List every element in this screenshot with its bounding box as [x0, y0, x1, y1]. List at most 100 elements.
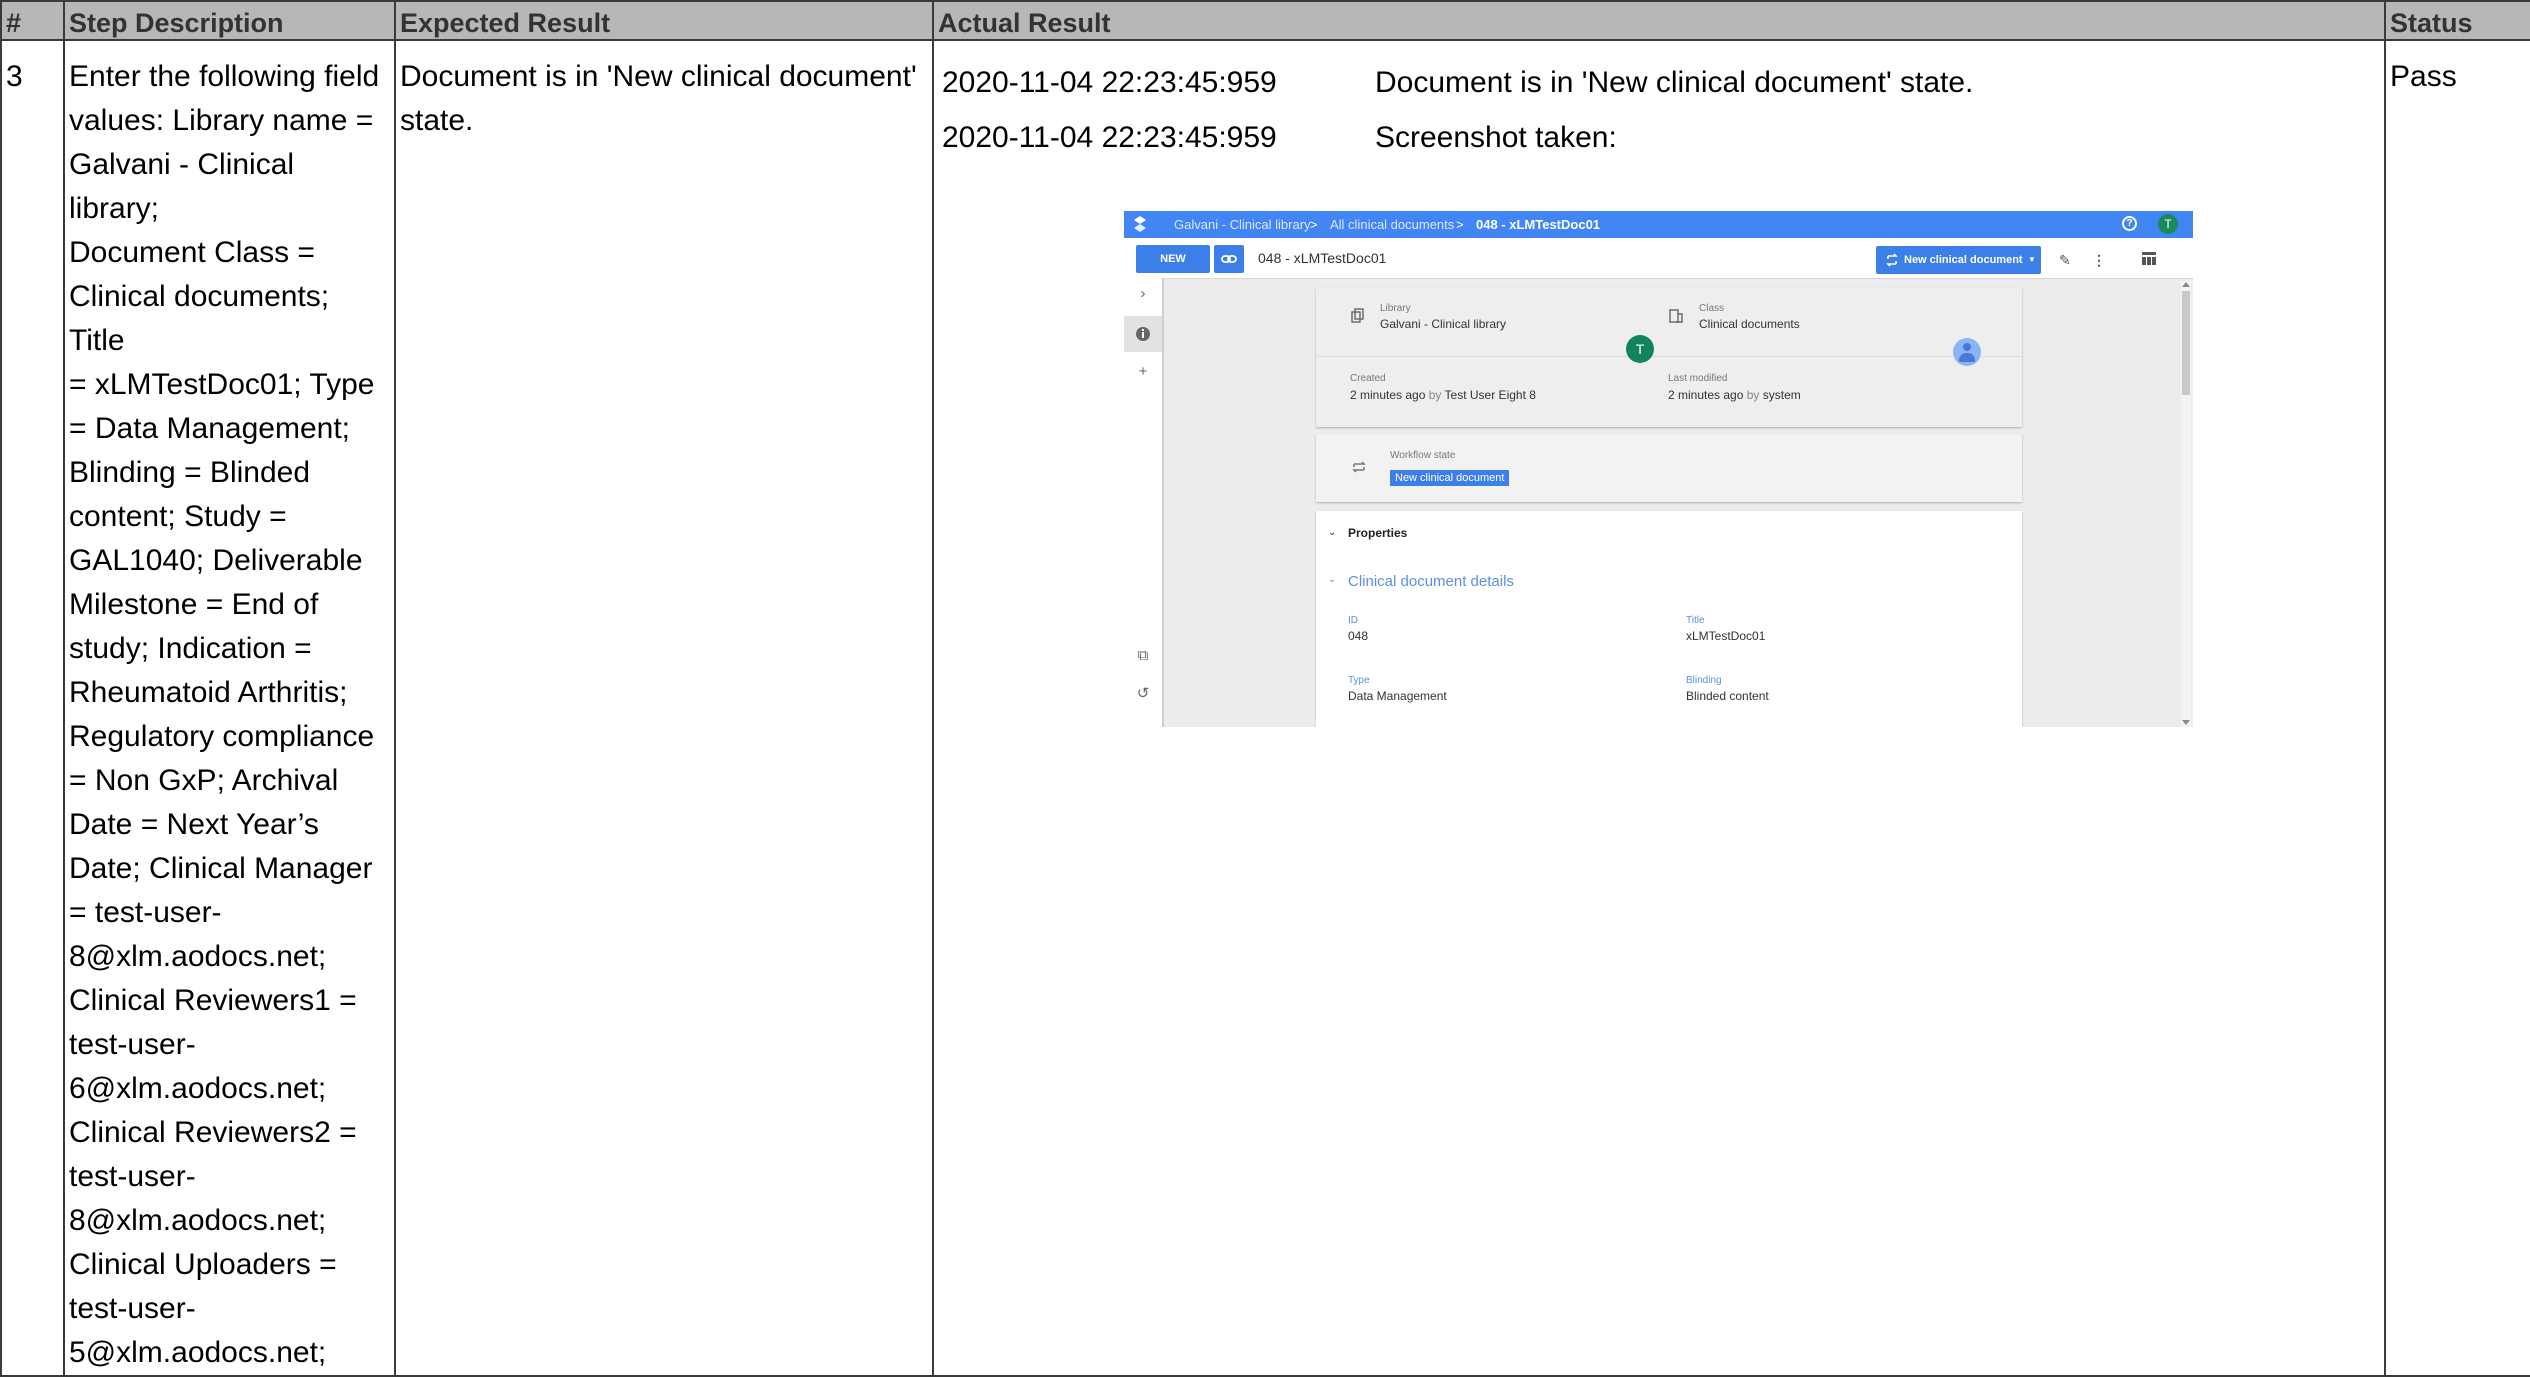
status-badge: New clinical document	[1390, 470, 1510, 486]
chevron-down-icon: ▼	[2028, 255, 2036, 264]
step-line: = test-user-	[69, 896, 222, 929]
step-line: test-user-	[69, 1160, 196, 1193]
col-header-number: #	[0, 0, 65, 41]
breadcrumb-library[interactable]: Galvani - Clinical library	[1174, 217, 1311, 232]
title-value: xLMTestDoc01	[1686, 629, 1766, 643]
modified-by: system	[1762, 388, 1801, 402]
step-number: 3	[6, 60, 23, 93]
id-value: 048	[1348, 629, 1369, 643]
modified-by-word: by	[1746, 388, 1760, 402]
created-ago: 2 minutes ago	[1350, 388, 1426, 402]
log-timestamp: 2020-11-04 22:23:45:959	[942, 121, 1277, 154]
details-heading[interactable]: Clinical document details	[1348, 573, 1514, 590]
history-icon[interactable]: ↺	[1133, 684, 1153, 704]
chevron-down-icon[interactable]: ⌄	[1328, 574, 1336, 585]
document-summary-card: Library Galvani - Clinical library Class…	[1316, 288, 2022, 427]
scroll-up-icon[interactable]	[2182, 282, 2190, 287]
help-icon[interactable]: ?	[2122, 216, 2137, 231]
step-line: 5@xlm.aodocs.net;	[69, 1336, 327, 1369]
scrollbar[interactable]	[2181, 281, 2191, 727]
step-line: test-user-	[69, 1292, 196, 1325]
step-description: Enter the following field values: Librar…	[65, 41, 394, 1375]
workflow-state-label: New clinical document	[1904, 254, 2023, 266]
step-line: Clinical Reviewers1 =	[69, 984, 357, 1017]
log-message: Document is in 'New clinical document' s…	[1375, 66, 1974, 99]
created-info: 2 minutes ago by Test User Eight 8	[1350, 388, 1536, 402]
library-label: Library	[1380, 303, 1411, 314]
created-label: Created	[1350, 373, 1386, 384]
title-label: Title	[1686, 615, 1705, 626]
new-button[interactable]: NEW	[1136, 245, 1210, 273]
chevron-right-icon[interactable]: ›	[1133, 284, 1153, 304]
header-row: # Step Description Expected Result Actua…	[0, 0, 2530, 41]
avatar[interactable]: T	[2158, 214, 2178, 234]
step-line: test-user-	[69, 1028, 196, 1061]
workflow-state-button[interactable]: New clinical document ▼	[1876, 246, 2041, 274]
step-line: content; Study =	[69, 500, 287, 533]
step-number-cell: 3	[0, 39, 65, 1377]
workflow-state-card: Workflow state New clinical document	[1316, 434, 2022, 502]
expected-result: Document is in 'New clinical document' s…	[396, 41, 932, 143]
step-line: Milestone = End of	[69, 588, 319, 621]
library-icon	[1351, 308, 1364, 323]
scrollbar-thumb[interactable]	[2182, 291, 2190, 395]
id-label: ID	[1348, 615, 1358, 626]
breadcrumb-document: 048 - xLMTestDoc01	[1476, 217, 1601, 232]
info-icon[interactable]	[1133, 324, 1153, 344]
scroll-down-icon[interactable]	[2182, 720, 2190, 725]
panel-layout-icon[interactable]	[2142, 252, 2156, 265]
col-header-expected: Expected Result	[394, 0, 934, 41]
workflow-state-label: Workflow state	[1390, 450, 1456, 461]
step-line: Galvani - Clinical library;	[69, 148, 295, 225]
add-icon[interactable]: +	[1133, 362, 1153, 382]
class-icon	[1669, 309, 1683, 323]
created-by: Test User Eight 8	[1444, 388, 1536, 402]
created-by-word: by	[1428, 388, 1442, 402]
system-avatar-icon[interactable]	[1953, 338, 1981, 366]
expected-result-cell: Document is in 'New clinical document' s…	[394, 39, 934, 1377]
step-line: values: Library name =	[69, 104, 374, 137]
document-name: 048 - xLMTestDoc01	[1258, 250, 1387, 266]
expected-line: Document is in 'New clinical document'	[400, 60, 917, 93]
step-line: Rheumatoid Arthritis;	[69, 676, 348, 709]
step-line: Date = Next Year’s	[69, 808, 319, 841]
breadcrumb-separator: >	[1456, 217, 1464, 232]
link-button[interactable]	[1214, 245, 1244, 273]
class-label: Class	[1699, 303, 1725, 314]
side-rail: › + ⧉ ↺	[1124, 278, 1164, 727]
workflow-icon	[1886, 253, 1898, 267]
col-header-status: Status	[2384, 0, 2530, 41]
blinding-value: Blinded content	[1686, 689, 1769, 703]
last-modified-label: Last modified	[1668, 373, 1728, 384]
step-line: Regulatory compliance	[69, 720, 375, 753]
step-line: Blinding = Blinded	[69, 456, 311, 489]
app-logo-icon	[1134, 216, 1146, 232]
breadcrumb-view[interactable]: All clinical documents	[1330, 217, 1454, 232]
step-line: = Data Management;	[69, 412, 351, 445]
library-value: Galvani - Clinical library	[1380, 317, 1507, 331]
link-icon	[1221, 255, 1237, 263]
last-modified-info: 2 minutes ago by system	[1668, 388, 1801, 402]
step-line: Enter the following field	[69, 60, 380, 93]
document-toolbar: NEW 048 - xLMTestDoc01 New clinical docu…	[1124, 238, 2193, 279]
expected-line: state.	[400, 104, 474, 137]
step-description-cell: Enter the following field values: Librar…	[63, 39, 396, 1377]
step-line: Clinical documents; Title	[69, 280, 330, 357]
step-line: = xLMTestDoc01; Type	[69, 368, 375, 401]
chevron-down-icon[interactable]: ⌄	[1328, 527, 1336, 538]
log-timestamp: 2020-11-04 22:23:45:959	[942, 66, 1277, 99]
modified-ago: 2 minutes ago	[1668, 388, 1744, 402]
properties-heading[interactable]: Properties	[1348, 526, 1407, 540]
avatar[interactable]: T	[1626, 335, 1654, 363]
log-message: Screenshot taken:	[1375, 121, 1617, 154]
copy-icon[interactable]: ⧉	[1133, 646, 1153, 666]
edit-icon[interactable]: ✎	[2059, 252, 2071, 269]
embedded-screenshot: Galvani - Clinical library > All clinica…	[1124, 211, 2193, 727]
more-options-icon[interactable]: ⋮	[2092, 252, 2106, 269]
divider	[1316, 356, 2022, 357]
col-header-step: Step Description	[63, 0, 396, 41]
status-value: Pass	[2390, 60, 2457, 93]
type-label: Type	[1348, 675, 1370, 686]
type-value: Data Management	[1348, 689, 1447, 703]
app-top-bar: Galvani - Clinical library > All clinica…	[1124, 211, 2193, 238]
